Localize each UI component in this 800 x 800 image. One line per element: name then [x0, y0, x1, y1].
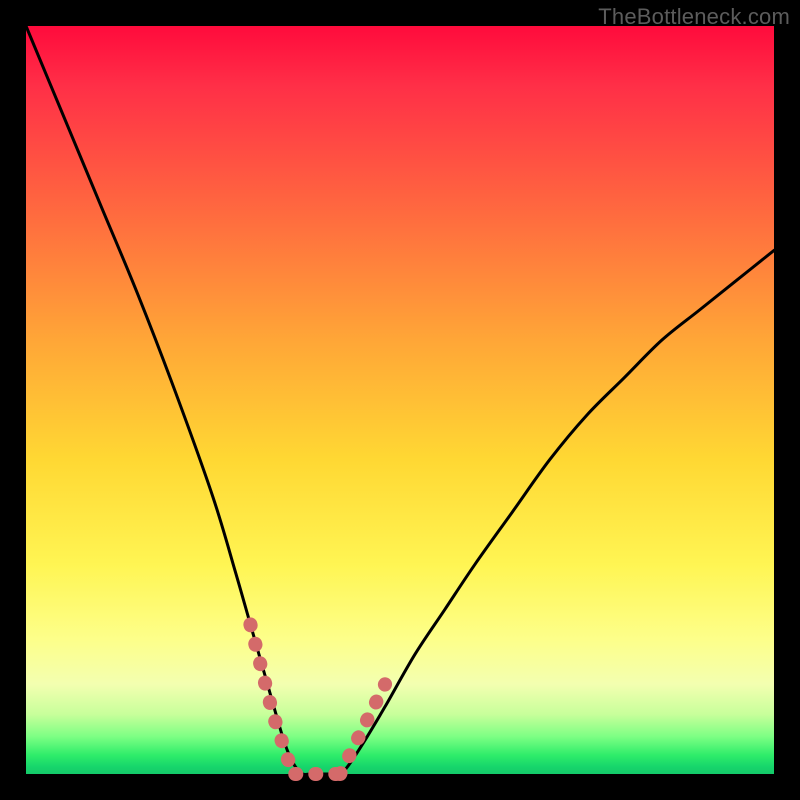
bottleneck-curve [26, 26, 774, 775]
optimal-range-right-marker [340, 684, 385, 774]
chart-frame: TheBottleneck.com [0, 0, 800, 800]
plot-area [26, 26, 774, 774]
curve-layer [26, 26, 774, 774]
